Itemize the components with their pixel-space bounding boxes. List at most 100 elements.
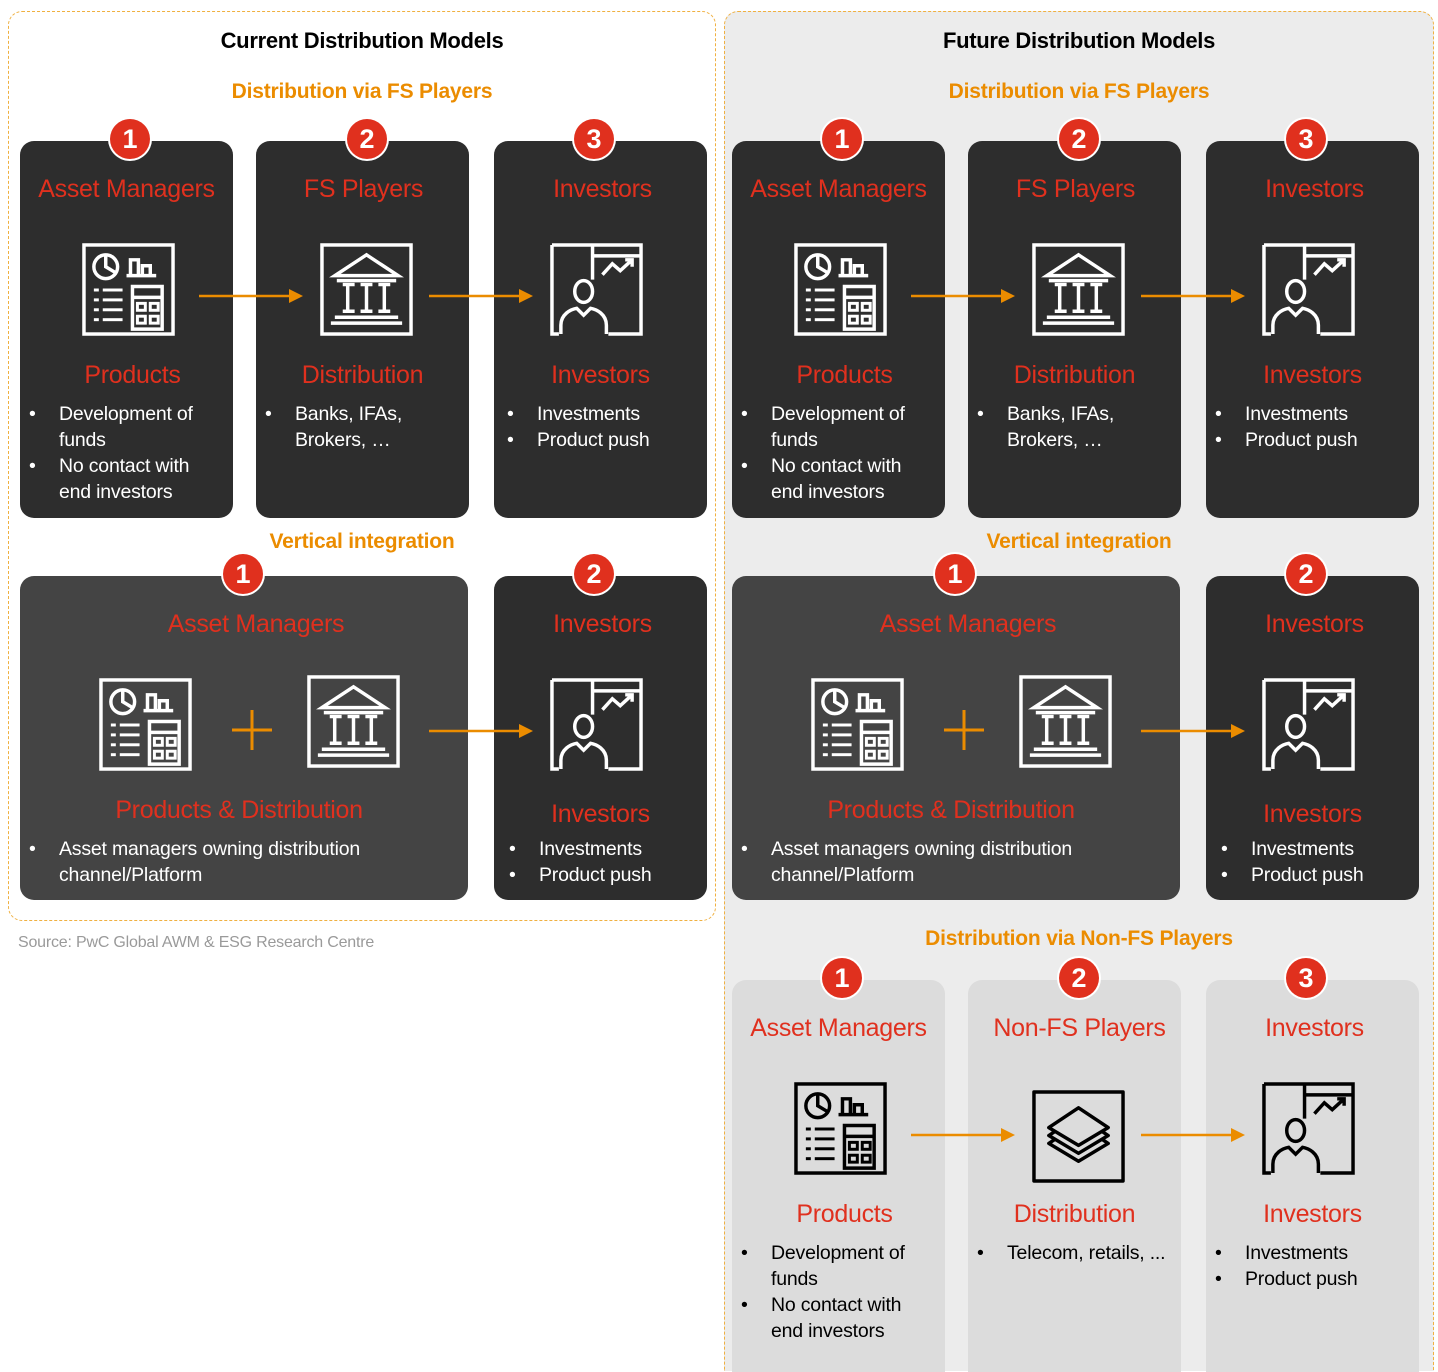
card-subtitle: Products & Distribution — [115, 796, 363, 824]
card-fs-players: 2 FS Players Distribution Banks, IFAs, B… — [256, 119, 469, 518]
card-asset-managers: 1 Asset Managers Products Development of… — [732, 958, 945, 1372]
panel-title: Future Distribution Models — [942, 28, 1216, 53]
bank-icon — [1018, 674, 1113, 769]
flow-arrow — [199, 289, 303, 303]
plus-icon — [232, 710, 272, 750]
card-subtitle: Investors — [1263, 1200, 1362, 1228]
bullet-list: Telecom, retails, ... — [968, 1240, 1181, 1266]
flow-arrow — [429, 289, 533, 303]
list-item: No contact with end investors — [20, 453, 225, 505]
card-non-fs-players: 2 Non-FS Players Distribution Telecom, r… — [968, 958, 1181, 1372]
section-title-vertical: Vertical integration — [269, 530, 455, 553]
list-item: Investments — [1212, 836, 1417, 862]
card-title: Asset Managers — [38, 175, 215, 203]
bank-icon — [1031, 242, 1126, 337]
card-title: Asset Managers — [879, 610, 1057, 638]
card-title: Investors — [553, 175, 652, 203]
card-subtitle: Products — [796, 361, 893, 389]
step-badge: 1 — [822, 958, 862, 998]
list-item: Investments — [1206, 401, 1411, 427]
list-item: Telecom, retails, ... — [968, 1240, 1181, 1266]
step-badge: 3 — [1286, 958, 1326, 998]
bullet-list: Banks, IFAs, Brokers, … — [256, 401, 461, 453]
bank-icon — [319, 242, 414, 337]
card-subtitle: Investors — [1263, 800, 1362, 828]
list-item: Investments — [500, 836, 705, 862]
products-icon — [98, 677, 193, 772]
section-title-fs: Distribution via FS Players — [948, 80, 1210, 103]
bullet-list: Investments Product push — [1206, 1240, 1411, 1292]
step-badge: 3 — [574, 119, 614, 159]
list-item: Development of funds — [732, 401, 937, 453]
section-title-vertical: Vertical integration — [986, 530, 1172, 553]
step-badge: 1 — [223, 554, 263, 594]
bullet-list: Investments Product push — [500, 836, 705, 888]
flow-arrow — [429, 724, 533, 738]
card-subtitle: Investors — [1263, 361, 1362, 389]
investor-icon — [1261, 1081, 1356, 1176]
list-item: Product push — [500, 862, 705, 888]
list-item: Investments — [498, 401, 703, 427]
bullet-list: Investments Product push — [1212, 836, 1417, 888]
bank-icon — [306, 674, 401, 769]
bullet-list: Investments Product push — [498, 401, 703, 453]
card-title: Asset Managers — [750, 175, 927, 203]
bullet-list: Asset managers owning distribution chann… — [20, 836, 440, 888]
list-item: No contact with end investors — [732, 453, 937, 505]
bullet-list: Banks, IFAs, Brokers, … — [968, 401, 1173, 453]
bullet-list: Asset managers owning distribution chann… — [732, 836, 1152, 888]
investor-icon — [1261, 677, 1356, 772]
card-asset-managers: 1 Asset Managers Products Development of… — [732, 119, 945, 518]
card-fs-players: 2 FS Players Distribution Banks, IFAs, B… — [968, 119, 1181, 518]
list-item: Product push — [1206, 427, 1411, 453]
card-title: Investors — [1265, 1014, 1364, 1042]
bullet-list: Development of funds No contact with end… — [732, 401, 937, 505]
step-badge: 2 — [347, 119, 387, 159]
card-investors: 3 Investors Investors Investments Produc… — [1206, 119, 1419, 518]
card-asset-managers-integrated: 1 Asset Managers Products & Distribution… — [20, 554, 468, 900]
card-title: FS Players — [303, 175, 424, 203]
list-item: Asset managers owning distribution chann… — [20, 836, 440, 888]
card-subtitle: Products — [84, 361, 181, 389]
bullet-list: Development of funds No contact with end… — [20, 401, 225, 505]
card-title: Investors — [1265, 175, 1364, 203]
bullet-list: Investments Product push — [1206, 401, 1411, 453]
card-title: Asset Managers — [167, 610, 345, 638]
flow-arrow — [911, 1128, 1015, 1142]
investor-icon — [549, 242, 644, 337]
future-models-panel: Future Distribution Models Distribution … — [724, 11, 1434, 1372]
section-title-fs: Distribution via FS Players — [231, 80, 493, 103]
list-item: Banks, IFAs, Brokers, … — [968, 401, 1173, 453]
list-item: Banks, IFAs, Brokers, … — [256, 401, 461, 453]
card-title: FS Players — [1015, 175, 1136, 203]
list-item: Product push — [498, 427, 703, 453]
products-icon — [793, 1081, 888, 1176]
products-icon — [793, 242, 888, 337]
step-badge: 2 — [574, 554, 614, 594]
card-title: Non-FS Players — [993, 1014, 1166, 1042]
step-badge: 1 — [822, 119, 862, 159]
flow-arrow — [1141, 1128, 1245, 1142]
current-models-panel: Current Distribution Models Distribution… — [8, 11, 716, 921]
card-title: Investors — [1265, 610, 1364, 638]
layers-icon — [1031, 1089, 1126, 1184]
investor-icon — [1261, 242, 1356, 337]
card-investors: 3 Investors Investors Investments Produc… — [494, 119, 707, 518]
card-asset-managers-integrated: 1 Asset Managers Products & Distribution… — [732, 554, 1180, 900]
bullet-list: Development of funds No contact with end… — [732, 1240, 937, 1344]
card-subtitle: Distribution — [301, 361, 424, 389]
products-icon — [810, 677, 905, 772]
list-item: Product push — [1206, 1266, 1411, 1292]
list-item: Development of funds — [732, 1240, 937, 1292]
list-item: Asset managers owning distribution chann… — [732, 836, 1152, 888]
source-note: Source: PwC Global AWM & ESG Research Ce… — [18, 934, 375, 951]
list-item: Development of funds — [20, 401, 225, 453]
step-badge: 3 — [1286, 119, 1326, 159]
plus-icon — [944, 710, 984, 750]
step-badge: 1 — [110, 119, 150, 159]
products-icon — [81, 242, 176, 337]
step-badge: 2 — [1059, 119, 1099, 159]
card-asset-managers: 1 Asset Managers Products Development of… — [20, 119, 233, 518]
card-subtitle: Products & Distribution — [827, 796, 1075, 824]
card-subtitle: Products — [796, 1200, 893, 1228]
